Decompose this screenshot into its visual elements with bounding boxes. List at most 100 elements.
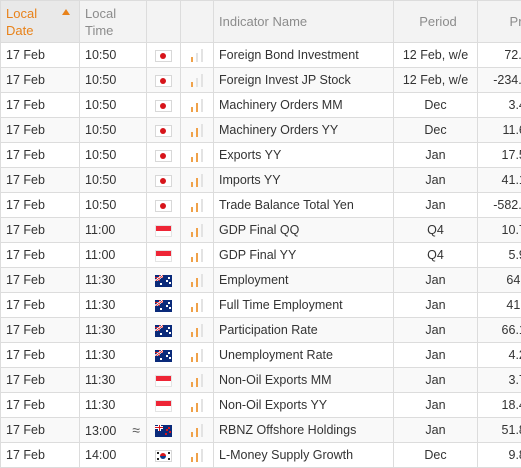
japan-flag-icon — [155, 50, 172, 62]
column-header-local-date-text: Local Date — [6, 5, 46, 39]
cell-indicator-name[interactable]: GDP Final YY — [214, 243, 394, 268]
table-row[interactable]: 17 Feb11:30Non-Oil Exports YYJan18.4% — [1, 393, 521, 418]
cell-time: 11:30 — [80, 343, 147, 368]
cell-indicator-name[interactable]: Employment — [214, 268, 394, 293]
cell-time: 11:30 — [80, 293, 147, 318]
cell-indicator-name[interactable]: GDP Final QQ — [214, 218, 394, 243]
table-row[interactable]: 17 Feb10:50Foreign Bond Investment12 Feb… — [1, 43, 521, 68]
column-header-local-date[interactable]: Local Date — [1, 1, 80, 43]
cell-prior: 11.6% — [478, 118, 521, 143]
cell-time: 11:30 — [80, 318, 147, 343]
cell-time: 11:00 — [80, 243, 147, 268]
impact-bars-icon — [191, 424, 203, 437]
cell-period: 12 Feb, w/e — [394, 68, 478, 93]
cell-country — [147, 118, 181, 143]
cell-period: Jan — [394, 193, 478, 218]
table-row[interactable]: 17 Feb11:00GDP Final QQQ410.7% — [1, 218, 521, 243]
cell-date: 17 Feb — [1, 368, 80, 393]
time-text: 10:50 — [85, 73, 116, 87]
impact-bars-icon — [191, 349, 203, 362]
cell-indicator-name[interactable]: L-Money Supply Growth — [214, 443, 394, 468]
cell-indicator-name[interactable]: Machinery Orders MM — [214, 93, 394, 118]
cell-indicator-name[interactable]: Trade Balance Total Yen — [214, 193, 394, 218]
table-row[interactable]: 17 Feb13:00≈RBNZ Offshore HoldingsJan51.… — [1, 418, 521, 443]
cell-prior: 41.5k — [478, 293, 521, 318]
cell-indicator-name[interactable]: Foreign Bond Investment — [214, 43, 394, 68]
cell-prior: 9.8% — [478, 443, 521, 468]
cell-impact — [181, 293, 214, 318]
column-header-local-date-label: Local Date — [1, 5, 79, 39]
australia-flag-icon — [155, 300, 172, 312]
time-text: 11:30 — [85, 273, 115, 287]
japan-flag-icon — [155, 75, 172, 87]
sort-ascending-icon[interactable] — [62, 9, 70, 15]
impact-bars-icon — [191, 74, 203, 87]
table-row[interactable]: 17 Feb10:50Exports YYJan17.5% — [1, 143, 521, 168]
new-zealand-flag-icon — [155, 425, 172, 437]
cell-prior: 72.9B — [478, 43, 521, 68]
cell-date: 17 Feb — [1, 93, 80, 118]
cell-indicator-name[interactable]: Non-Oil Exports MM — [214, 368, 394, 393]
cell-period: Q4 — [394, 243, 478, 268]
table-row[interactable]: 17 Feb14:00L-Money Supply GrowthDec9.8% — [1, 443, 521, 468]
cell-indicator-name[interactable]: Machinery Orders YY — [214, 118, 394, 143]
japan-flag-icon — [155, 125, 172, 137]
cell-indicator-name[interactable]: Foreign Invest JP Stock — [214, 68, 394, 93]
table-row[interactable]: 17 Feb 10:50 Machinery Orders YYDec11.6% — [1, 118, 521, 143]
column-header-period-label: Period — [394, 13, 477, 30]
singapore-flag-icon — [155, 225, 172, 237]
cell-time: 10:50 — [80, 93, 147, 118]
cell-indicator-name[interactable]: Unemployment Rate — [214, 343, 394, 368]
cell-date: 17 Feb — [1, 143, 80, 168]
table-row[interactable]: 17 Feb11:30Participation RateJan66.1% — [1, 318, 521, 343]
cell-country — [147, 218, 181, 243]
cell-country — [147, 168, 181, 193]
cell-indicator-name[interactable]: Exports YY — [214, 143, 394, 168]
table-row[interactable]: 17 Feb11:30EmploymentJan64.8k — [1, 268, 521, 293]
column-header-period[interactable]: Period — [394, 1, 478, 43]
table-row[interactable]: 17 Feb10:50Foreign Invest JP Stock12 Feb… — [1, 68, 521, 93]
cell-country — [147, 318, 181, 343]
table-row[interactable]: 17 Feb11:30Non-Oil Exports MMJan3.7% — [1, 368, 521, 393]
impact-bars-icon — [191, 274, 203, 287]
cell-country — [147, 418, 181, 443]
impact-bars-icon — [191, 124, 203, 137]
table-row[interactable]: 17 Feb10:50Machinery Orders MMDec3.4% — [1, 93, 521, 118]
cell-prior: 18.4% — [478, 393, 521, 418]
cell-country — [147, 368, 181, 393]
table-row[interactable]: 17 Feb11:00GDP Final YYQ45.9% — [1, 243, 521, 268]
cell-period: 12 Feb, w/e — [394, 43, 478, 68]
table-row[interactable]: 17 Feb10:50Imports YYJan41.1% — [1, 168, 521, 193]
cell-indicator-name[interactable]: Imports YY — [214, 168, 394, 193]
time-text: 10:50 — [85, 173, 116, 187]
cell-date: 17 Feb — [1, 393, 80, 418]
column-header-local-time[interactable]: Local Time — [80, 1, 147, 43]
impact-bars-icon — [191, 399, 203, 412]
cell-period: Dec — [394, 443, 478, 468]
cell-impact — [181, 418, 214, 443]
time-text: 11:00 — [85, 248, 115, 262]
cell-indicator-name[interactable]: Full Time Employment — [214, 293, 394, 318]
column-header-indicator-name[interactable]: Indicator Name — [214, 1, 394, 43]
cell-country — [147, 93, 181, 118]
australia-flag-icon — [155, 350, 172, 362]
cell-indicator-name[interactable]: RBNZ Offshore Holdings — [214, 418, 394, 443]
cell-period: Dec — [394, 93, 478, 118]
table-row[interactable]: 17 Feb11:30Full Time EmploymentJan41.5k — [1, 293, 521, 318]
table-row[interactable]: 17 Feb10:50Trade Balance Total YenJan-58… — [1, 193, 521, 218]
cell-indicator-name[interactable]: Participation Rate — [214, 318, 394, 343]
column-header-country — [147, 1, 181, 43]
cell-impact — [181, 143, 214, 168]
approximate-time-icon: ≈ — [132, 422, 140, 438]
impact-bars-icon — [191, 299, 203, 312]
column-header-impact — [181, 1, 214, 43]
time-text: 10:50 — [85, 123, 116, 137]
cell-date: 17 Feb — [1, 118, 80, 143]
table-row[interactable]: 17 Feb11:30Unemployment RateJan4.2% — [1, 343, 521, 368]
cell-period: Jan — [394, 343, 478, 368]
south-korea-flag-icon — [155, 450, 172, 462]
cell-period: Dec — [394, 118, 478, 143]
column-header-prior[interactable]: Prior — [478, 1, 521, 43]
cell-indicator-name[interactable]: Non-Oil Exports YY — [214, 393, 394, 418]
cell-date: 17 Feb — [1, 443, 80, 468]
